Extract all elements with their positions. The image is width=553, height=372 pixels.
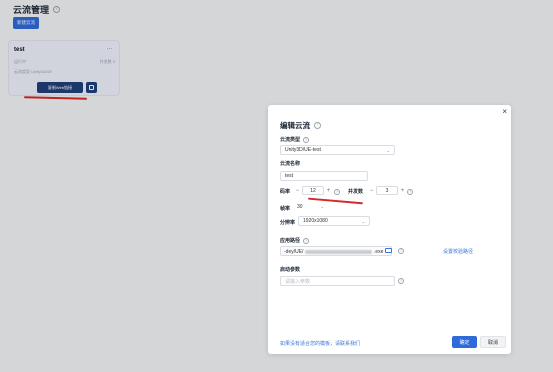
name-label: 云流名称	[280, 161, 301, 167]
help-icon[interactable]: ?	[398, 248, 404, 254]
minus-icon[interactable]: −	[367, 188, 376, 194]
path-input[interactable]: -dey/UE/ .exe	[280, 246, 392, 256]
plus-icon[interactable]: +	[398, 188, 407, 194]
help-icon[interactable]: ?	[334, 189, 340, 195]
name-input[interactable]: test	[280, 171, 368, 181]
dialog-title: 编辑云流 ?	[280, 120, 321, 131]
args-label: 启动参数	[280, 267, 301, 273]
help-icon[interactable]: ?	[398, 278, 404, 284]
chevron-down-icon: ⌄	[361, 219, 365, 224]
edit-cloudstream-dialog: × 编辑云流 ? 云流类型 ? Unity3D/UE-test ⌄ 云流名称 t…	[268, 105, 511, 354]
args-input[interactable]: 请输入参数	[280, 276, 395, 286]
concurrency-input[interactable]: 3	[376, 186, 398, 195]
type-select[interactable]: Unity3D/UE-test ⌄	[280, 145, 395, 155]
plus-icon[interactable]: +	[324, 188, 333, 194]
redacted-path	[305, 250, 372, 254]
chevron-down-icon: ⌄	[320, 204, 324, 209]
set-verify-path-link[interactable]: 设置校验路径	[443, 248, 473, 255]
contact-us-link[interactable]: 如果没有适合您的模板，请联系我们	[280, 340, 360, 347]
folder-icon[interactable]	[385, 248, 392, 253]
help-icon[interactable]: ?	[314, 122, 321, 129]
bitrate-label: 码率	[280, 189, 291, 195]
concurrency-stepper[interactable]: − 3 +	[367, 186, 407, 195]
fps-select[interactable]: 30 ⌄	[293, 202, 328, 212]
concurrency-label: 并发数	[348, 189, 364, 195]
help-icon[interactable]: ?	[303, 237, 310, 244]
dialog-title-text: 编辑云流	[280, 121, 310, 130]
bitrate-stepper[interactable]: − 12 +	[293, 186, 333, 195]
resolution-select[interactable]: 1920x1080 ⌄	[298, 216, 370, 226]
minus-icon[interactable]: −	[293, 188, 302, 194]
bitrate-input[interactable]: 12	[302, 186, 324, 195]
chevron-down-icon: ⌄	[386, 148, 390, 153]
close-icon[interactable]: ×	[502, 107, 507, 116]
path-label: 应用路径 ?	[280, 237, 310, 244]
cancel-button[interactable]: 取消	[480, 336, 506, 348]
help-icon[interactable]: ?	[303, 136, 310, 143]
resolution-label: 分辨率	[280, 220, 296, 226]
confirm-button[interactable]: 确定	[452, 336, 477, 348]
type-label: 云流类型 ?	[280, 136, 310, 143]
help-icon[interactable]: ?	[407, 189, 413, 195]
fps-label: 帧率	[280, 206, 291, 212]
